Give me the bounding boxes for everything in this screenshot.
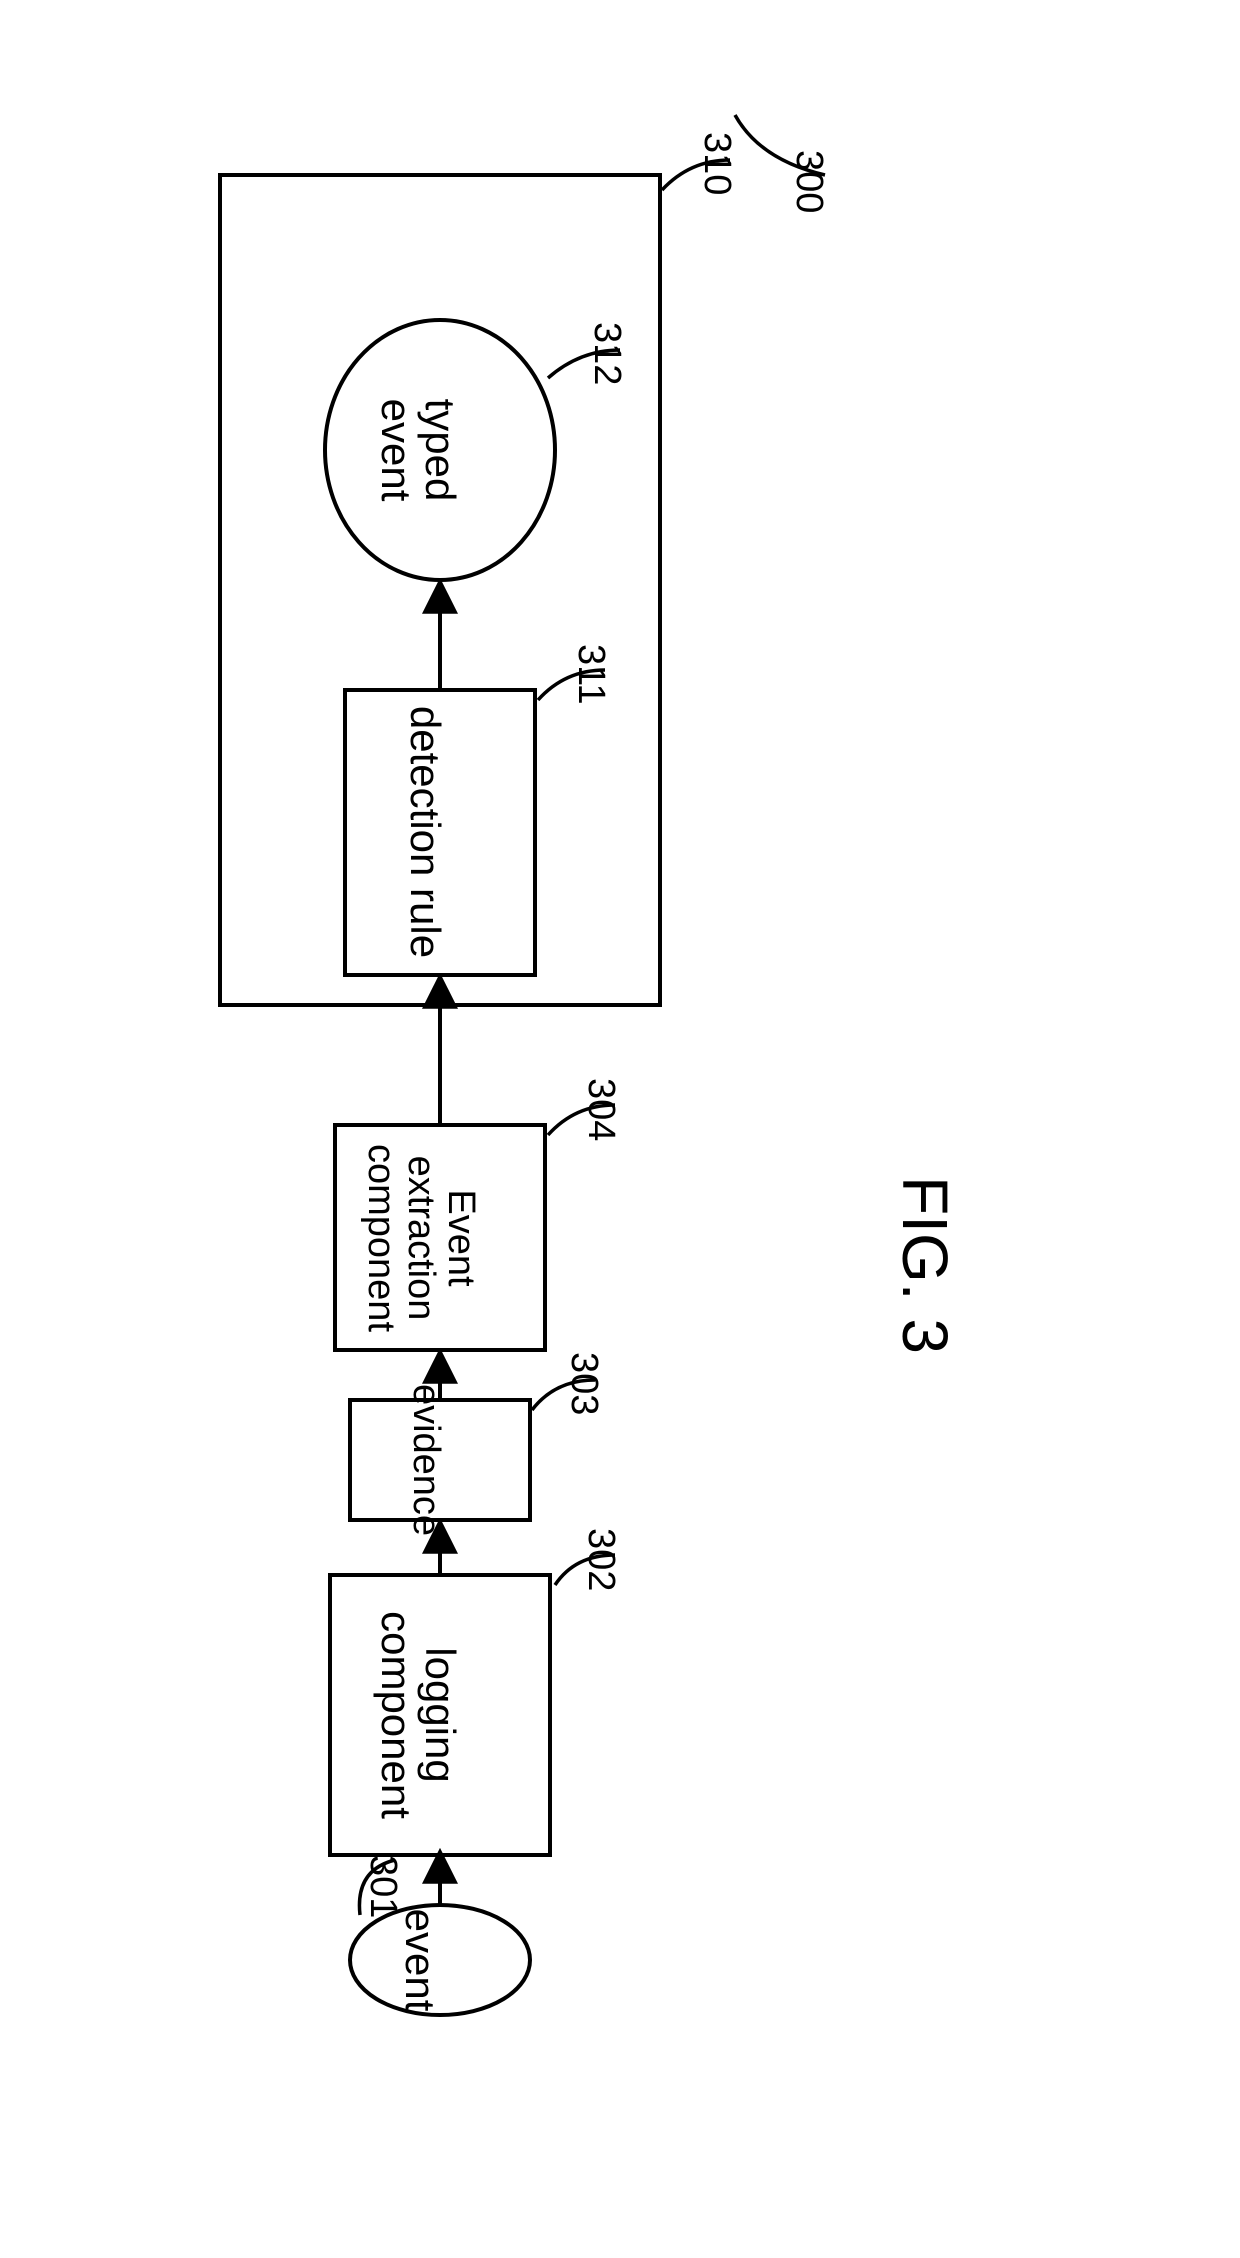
node-typed-event — [325, 320, 555, 580]
leader-302 — [555, 1555, 615, 1585]
diagram-canvas: event logging component evidence Event e… — [0, 0, 1240, 2258]
node-evidence — [350, 1400, 530, 1520]
leader-303 — [532, 1380, 595, 1410]
leader-301 — [359, 1860, 395, 1915]
leader-310 — [662, 160, 730, 190]
leader-300 — [735, 115, 825, 175]
node-event — [350, 1905, 530, 2015]
node-detection — [345, 690, 535, 975]
leader-312 — [548, 350, 620, 378]
leader-311 — [538, 670, 605, 700]
node-logging — [330, 1575, 550, 1855]
leader-304 — [548, 1105, 615, 1135]
diagram-svg — [0, 0, 1240, 2258]
node-extraction — [335, 1125, 545, 1350]
